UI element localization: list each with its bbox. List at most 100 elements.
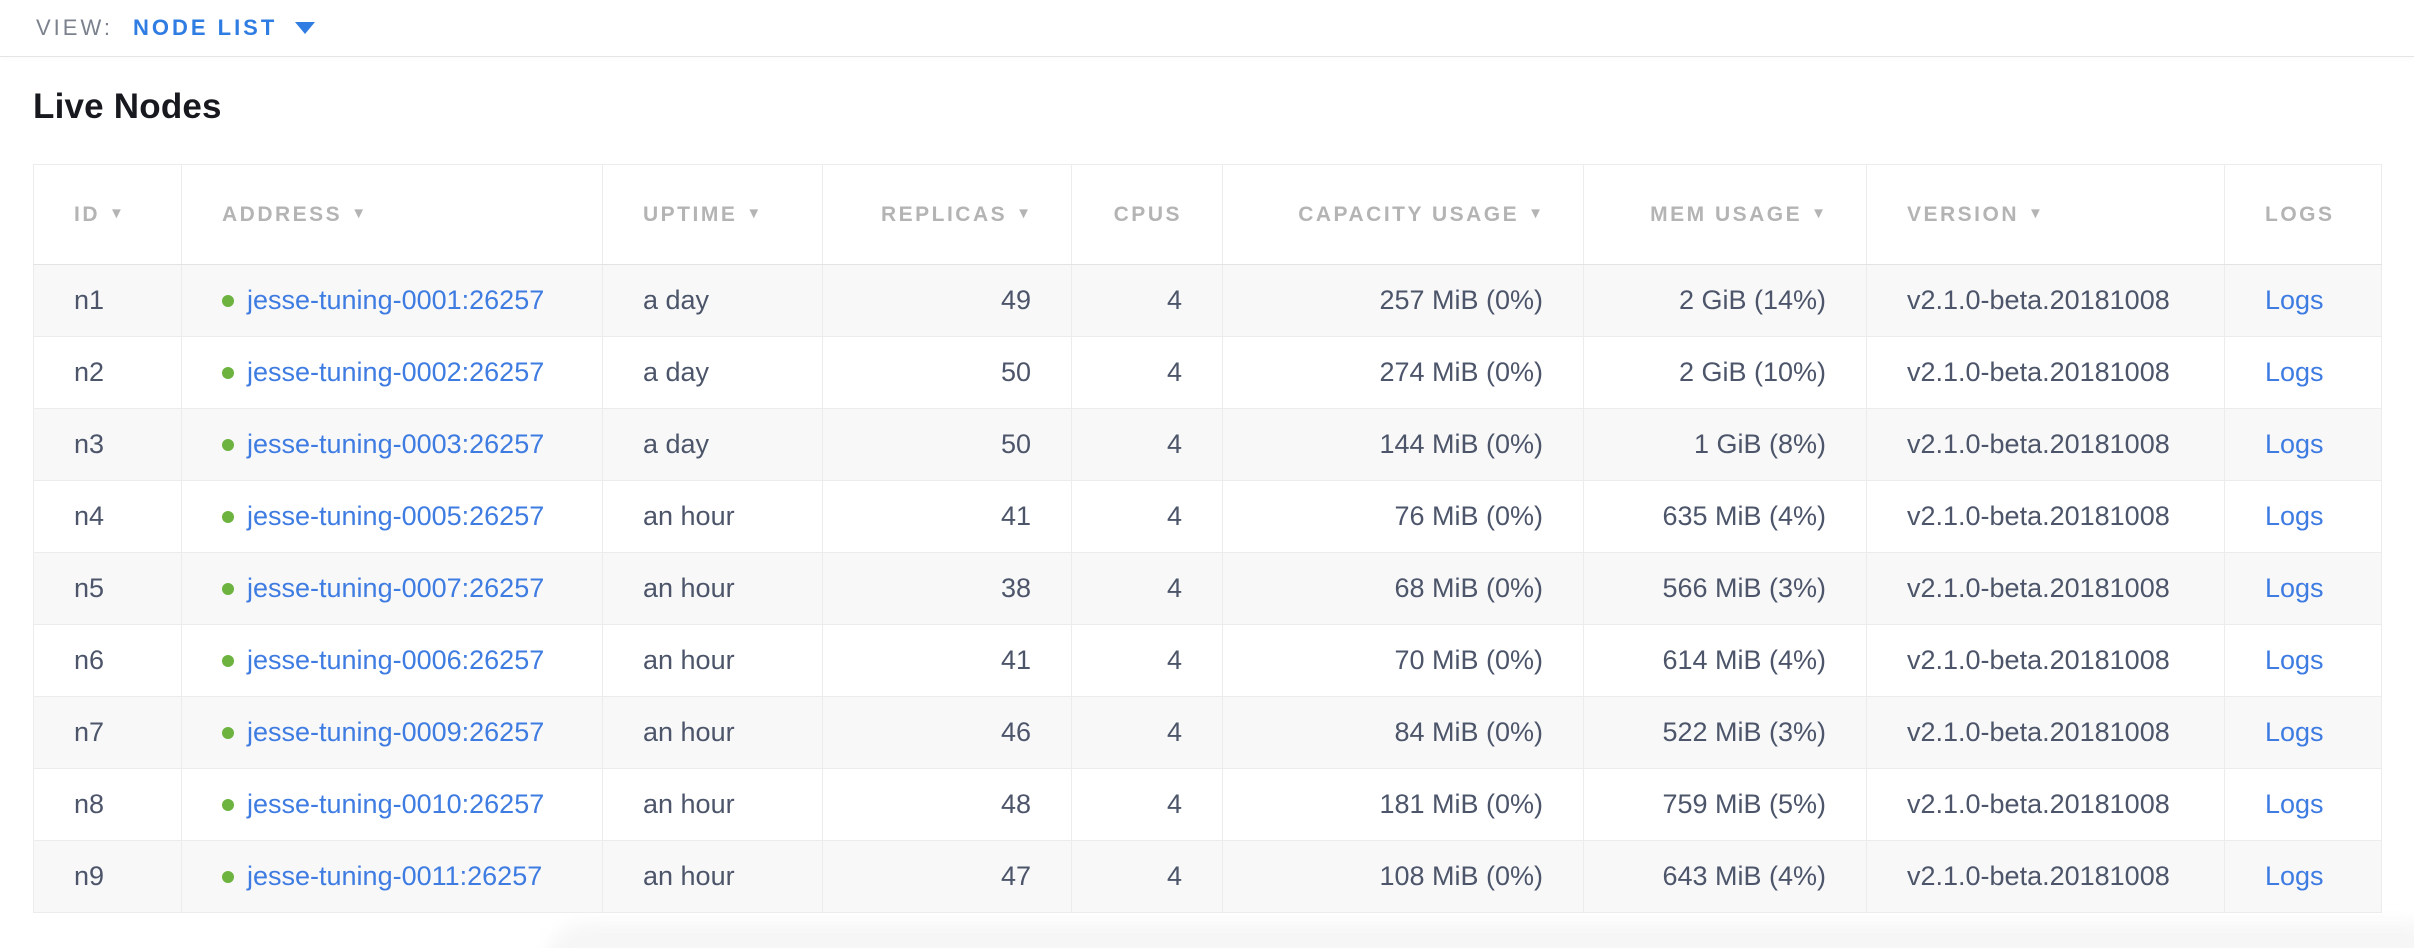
node-status-dot xyxy=(222,871,234,883)
column-header-label: UPTIME xyxy=(643,203,737,226)
node-logs-cell: Logs xyxy=(2225,337,2382,409)
logs-link[interactable]: Logs xyxy=(2265,861,2324,891)
logs-link[interactable]: Logs xyxy=(2265,357,2324,387)
node-address-link[interactable]: jesse-tuning-0002:26257 xyxy=(247,357,544,387)
node-status-dot xyxy=(222,439,234,451)
node-address-cell: jesse-tuning-0011:26257 xyxy=(182,841,603,913)
sort-arrow-icon: ▼ xyxy=(109,205,124,222)
column-header-logs: LOGS xyxy=(2225,165,2382,265)
bottom-panel-shadow xyxy=(545,922,2414,948)
node-replicas-cell: 50 xyxy=(823,409,1072,481)
node-uptime-cell: a day xyxy=(603,337,823,409)
node-id-cell: n8 xyxy=(34,769,182,841)
node-replicas-cell: 50 xyxy=(823,337,1072,409)
node-address-link[interactable]: jesse-tuning-0010:26257 xyxy=(247,789,544,819)
column-header-capacity[interactable]: CAPACITY USAGE ▼ xyxy=(1223,165,1584,265)
node-logs-cell: Logs xyxy=(2225,553,2382,625)
logs-link[interactable]: Logs xyxy=(2265,501,2324,531)
node-mem-cell: 614 MiB (4%) xyxy=(1584,625,1867,697)
node-capacity-cell: 108 MiB (0%) xyxy=(1223,841,1584,913)
column-header-label: CAPACITY USAGE xyxy=(1298,203,1519,226)
logs-link[interactable]: Logs xyxy=(2265,429,2324,459)
logs-link[interactable]: Logs xyxy=(2265,717,2324,747)
node-version-cell: v2.1.0-beta.20181008 xyxy=(1867,625,2225,697)
node-address-cell: jesse-tuning-0007:26257 xyxy=(182,553,603,625)
node-cpus-cell: 4 xyxy=(1072,841,1223,913)
node-capacity-cell: 144 MiB (0%) xyxy=(1223,409,1584,481)
node-uptime-cell: an hour xyxy=(603,697,823,769)
column-header-uptime[interactable]: UPTIME ▼ xyxy=(603,165,823,265)
node-version-cell: v2.1.0-beta.20181008 xyxy=(1867,481,2225,553)
sort-arrow-icon: ▼ xyxy=(1016,205,1031,222)
view-selector-bar: VIEW: NODE LIST xyxy=(0,0,2414,57)
node-logs-cell: Logs xyxy=(2225,841,2382,913)
node-row-n9: n9jesse-tuning-0011:26257an hour474108 M… xyxy=(34,841,2382,913)
node-capacity-cell: 274 MiB (0%) xyxy=(1223,337,1584,409)
node-cpus-cell: 4 xyxy=(1072,481,1223,553)
column-header-id[interactable]: ID▼ xyxy=(34,165,182,265)
sort-arrow-icon: ▼ xyxy=(2028,205,2043,222)
node-status-dot xyxy=(222,727,234,739)
node-status-dot xyxy=(222,583,234,595)
node-address-cell: jesse-tuning-0005:26257 xyxy=(182,481,603,553)
node-address-link[interactable]: jesse-tuning-0006:26257 xyxy=(247,645,544,675)
sort-arrow-icon: ▼ xyxy=(1811,205,1826,222)
node-address-link[interactable]: jesse-tuning-0001:26257 xyxy=(247,285,544,315)
column-header-label: CPUS xyxy=(1114,203,1182,226)
column-header-label: LOGS xyxy=(2265,203,2335,226)
column-header-label: ADDRESS xyxy=(222,203,342,226)
node-status-dot xyxy=(222,511,234,523)
column-header-mem[interactable]: MEM USAGE▼ xyxy=(1584,165,1867,265)
node-address-link[interactable]: jesse-tuning-0005:26257 xyxy=(247,501,544,531)
page-title: Live Nodes xyxy=(33,87,2414,127)
node-address-cell: jesse-tuning-0001:26257 xyxy=(182,265,603,337)
node-uptime-cell: an hour xyxy=(603,625,823,697)
node-address-link[interactable]: jesse-tuning-0003:26257 xyxy=(247,429,544,459)
node-address-cell: jesse-tuning-0009:26257 xyxy=(182,697,603,769)
node-mem-cell: 643 MiB (4%) xyxy=(1584,841,1867,913)
node-replicas-cell: 41 xyxy=(823,625,1072,697)
node-uptime-cell: an hour xyxy=(603,553,823,625)
sort-arrow-icon: ▼ xyxy=(1528,205,1543,222)
node-address-link[interactable]: jesse-tuning-0007:26257 xyxy=(247,573,544,603)
node-row-n5: n5jesse-tuning-0007:26257an hour38468 Mi… xyxy=(34,553,2382,625)
view-dropdown[interactable]: NODE LIST xyxy=(133,15,315,41)
node-row-n1: n1jesse-tuning-0001:26257a day494257 MiB… xyxy=(34,265,2382,337)
logs-link[interactable]: Logs xyxy=(2265,285,2324,315)
node-row-n2: n2jesse-tuning-0002:26257a day504274 MiB… xyxy=(34,337,2382,409)
node-replicas-cell: 49 xyxy=(823,265,1072,337)
node-uptime-cell: an hour xyxy=(603,769,823,841)
node-replicas-cell: 47 xyxy=(823,841,1072,913)
node-row-n4: n4jesse-tuning-0005:26257an hour41476 Mi… xyxy=(34,481,2382,553)
node-status-dot xyxy=(222,799,234,811)
column-header-version[interactable]: VERSION ▼ xyxy=(1867,165,2225,265)
node-version-cell: v2.1.0-beta.20181008 xyxy=(1867,337,2225,409)
sort-arrow-icon: ▼ xyxy=(746,205,761,222)
node-replicas-cell: 48 xyxy=(823,769,1072,841)
node-row-n8: n8jesse-tuning-0010:26257an hour484181 M… xyxy=(34,769,2382,841)
node-address-link[interactable]: jesse-tuning-0009:26257 xyxy=(247,717,544,747)
node-id-cell: n3 xyxy=(34,409,182,481)
node-uptime-cell: an hour xyxy=(603,481,823,553)
logs-link[interactable]: Logs xyxy=(2265,645,2324,675)
node-address-link[interactable]: jesse-tuning-0011:26257 xyxy=(247,861,542,891)
node-logs-cell: Logs xyxy=(2225,697,2382,769)
node-status-dot xyxy=(222,367,234,379)
node-mem-cell: 635 MiB (4%) xyxy=(1584,481,1867,553)
logs-link[interactable]: Logs xyxy=(2265,573,2324,603)
node-logs-cell: Logs xyxy=(2225,625,2382,697)
node-uptime-cell: an hour xyxy=(603,841,823,913)
logs-link[interactable]: Logs xyxy=(2265,789,2324,819)
column-header-label: VERSION xyxy=(1907,203,2019,226)
node-mem-cell: 2 GiB (14%) xyxy=(1584,265,1867,337)
column-header-replicas[interactable]: REPLICAS▼ xyxy=(823,165,1072,265)
node-capacity-cell: 84 MiB (0%) xyxy=(1223,697,1584,769)
node-cpus-cell: 4 xyxy=(1072,409,1223,481)
node-mem-cell: 2 GiB (10%) xyxy=(1584,337,1867,409)
node-mem-cell: 1 GiB (8%) xyxy=(1584,409,1867,481)
table-header-row: ID▼ADDRESS▼UPTIME▼REPLICAS▼CPUSCAPACITY … xyxy=(34,165,2382,265)
node-address-cell: jesse-tuning-0010:26257 xyxy=(182,769,603,841)
node-id-cell: n2 xyxy=(34,337,182,409)
node-replicas-cell: 41 xyxy=(823,481,1072,553)
column-header-address[interactable]: ADDRESS▼ xyxy=(182,165,603,265)
